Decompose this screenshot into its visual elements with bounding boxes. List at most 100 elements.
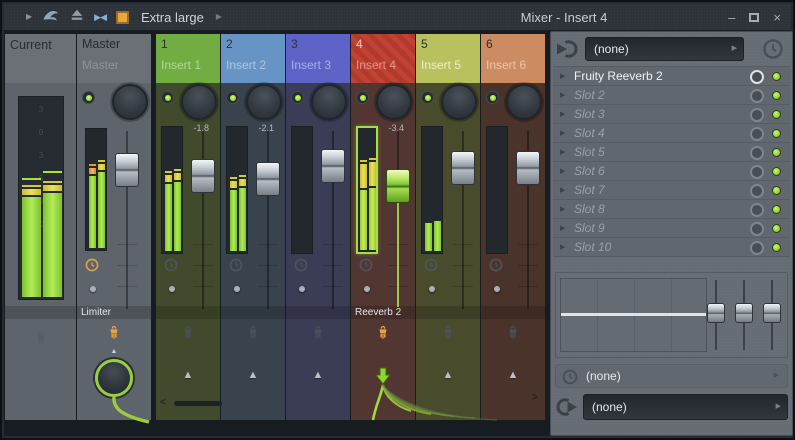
fader-handle[interactable] xyxy=(191,159,215,193)
slot-menu-icon[interactable]: ▶ xyxy=(560,200,565,219)
effect-slot-10[interactable]: ▶ Slot 10 xyxy=(553,238,790,257)
effect-slot-3[interactable]: ▶ Slot 3 xyxy=(553,105,790,124)
slot-enable-led[interactable] xyxy=(772,205,781,214)
slot-enable-led[interactable] xyxy=(772,186,781,195)
track-select-dot[interactable] xyxy=(90,286,96,292)
pan-knob[interactable] xyxy=(506,84,542,120)
route-to-master-icon[interactable]: ▲ xyxy=(313,370,324,381)
slot-enable-led[interactable] xyxy=(772,72,781,81)
fader-handle[interactable] xyxy=(321,149,345,183)
minimize-button[interactable]: – xyxy=(728,11,735,24)
clock-icon[interactable] xyxy=(489,258,503,277)
audio-output-select[interactable]: (none) ▶ xyxy=(583,394,788,420)
send-down-arrow-icon[interactable] xyxy=(375,367,391,390)
volume-fader[interactable] xyxy=(450,129,476,311)
fx-plug-icon[interactable] xyxy=(182,325,195,345)
input-clock-button[interactable] xyxy=(762,38,784,65)
track-select-dot[interactable] xyxy=(429,286,435,292)
effect-slot-6[interactable]: ▶ Slot 6 xyxy=(553,162,790,181)
effect-slot-4[interactable]: ▶ Slot 4 xyxy=(553,124,790,143)
track-select-dot[interactable] xyxy=(169,286,175,292)
time-offset-row[interactable]: (none) ▶ xyxy=(555,364,788,388)
detached-plugin-icon[interactable] xyxy=(42,7,60,27)
eq-mid-fader[interactable] xyxy=(735,303,753,323)
effect-slot-7[interactable]: ▶ Slot 7 xyxy=(553,181,790,200)
dock-mixer-icon[interactable] xyxy=(70,8,84,27)
maximize-button[interactable] xyxy=(749,13,759,22)
scroll-right-icon[interactable]: > xyxy=(532,392,538,403)
slot-menu-icon[interactable]: ▶ xyxy=(560,181,565,200)
fx-plug-icon[interactable] xyxy=(442,325,455,345)
track-select-dot[interactable] xyxy=(364,286,370,292)
slot-menu-icon[interactable]: ▶ xyxy=(560,219,565,238)
pan-knob[interactable] xyxy=(112,84,148,120)
strip-header[interactable]: 6 Insert 6 xyxy=(481,34,545,83)
menu-arrow-icon[interactable]: ▶ xyxy=(26,13,32,21)
audio-input-select[interactable]: (none) ▶ xyxy=(585,37,744,61)
effect-slot-8[interactable]: ▶ Slot 8 xyxy=(553,200,790,219)
eq-low-fader[interactable] xyxy=(707,303,725,323)
slot-menu-icon[interactable]: ▶ xyxy=(560,124,565,143)
strip-header[interactable]: 3 Insert 3 xyxy=(286,34,350,83)
fx-plug-icon[interactable] xyxy=(507,325,520,345)
fx-plug-icon[interactable] xyxy=(312,325,325,345)
slot-enable-led[interactable] xyxy=(772,110,781,119)
strip-current[interactable]: Current 3 0 3 6 9 12 xyxy=(5,34,76,420)
strip-current-header[interactable]: Current xyxy=(5,34,76,83)
slot-mix-knob[interactable] xyxy=(750,89,764,103)
clock-icon[interactable] xyxy=(85,258,99,277)
strip-header[interactable]: 4 Insert 4 xyxy=(351,34,415,83)
fx-plug-icon[interactable] xyxy=(377,325,390,345)
master-send-knob[interactable] xyxy=(95,359,133,397)
slot-mix-knob[interactable] xyxy=(750,184,764,198)
slot-enable-led[interactable] xyxy=(772,243,781,252)
slot-mix-knob[interactable] xyxy=(750,108,764,122)
pan-knob[interactable] xyxy=(246,84,282,120)
track-select-dot[interactable] xyxy=(299,286,305,292)
volume-fader[interactable] xyxy=(320,129,346,311)
route-to-master-icon[interactable]: ▲ xyxy=(508,370,519,381)
mute-led[interactable] xyxy=(161,91,174,104)
strip-master-header[interactable]: Master Master xyxy=(77,34,151,83)
close-button[interactable]: × xyxy=(773,11,781,24)
strip-insert-4[interactable]: 4 Insert 4 -3.4 Reeverb 2 xyxy=(351,34,415,420)
track-select-dot[interactable] xyxy=(494,286,500,292)
volume-fader[interactable] xyxy=(190,129,216,311)
route-to-master-icon[interactable]: ▲ xyxy=(183,370,194,381)
clock-icon[interactable] xyxy=(359,258,373,277)
volume-fader[interactable] xyxy=(114,129,140,311)
mute-led[interactable] xyxy=(82,91,95,104)
clock-icon[interactable] xyxy=(424,258,438,277)
clock-icon[interactable] xyxy=(164,258,178,277)
slot-mix-knob[interactable] xyxy=(750,222,764,236)
strip-master[interactable]: Master Master Limiter xyxy=(77,34,151,420)
eq-high-fader[interactable] xyxy=(763,303,781,323)
slot-menu-icon[interactable]: ▶ xyxy=(560,162,565,181)
strip-insert-6[interactable]: 6 Insert 6 ▲ xyxy=(481,34,545,420)
strip-header[interactable]: 1 Insert 1 xyxy=(156,34,220,83)
fader-handle[interactable] xyxy=(256,162,280,196)
slot-menu-icon[interactable]: ▶ xyxy=(560,238,565,257)
fx-plug-icon[interactable] xyxy=(108,325,121,345)
fader-handle[interactable] xyxy=(516,151,540,185)
strip-header[interactable]: 5 Insert 5 xyxy=(416,34,480,83)
pan-knob[interactable] xyxy=(441,84,477,120)
slot-enable-led[interactable] xyxy=(772,224,781,233)
slot-enable-led[interactable] xyxy=(772,91,781,100)
eq-graph[interactable] xyxy=(560,278,707,352)
strip-insert-5[interactable]: 5 Insert 5 ▲ xyxy=(416,34,480,420)
scroll-left-icon[interactable]: < xyxy=(160,397,166,408)
fx-plug-icon[interactable] xyxy=(247,325,260,345)
strip-insert-1[interactable]: 1 Insert 1 -1.8 ▲ xyxy=(156,34,220,420)
slot-menu-icon[interactable]: ▶ xyxy=(560,67,565,86)
slot-mix-knob[interactable] xyxy=(750,146,764,160)
fx-plug-icon[interactable] xyxy=(34,331,47,351)
route-up-icon[interactable]: ▲ xyxy=(111,348,118,355)
mute-led[interactable] xyxy=(486,91,499,104)
slot-menu-icon[interactable]: ▶ xyxy=(560,105,565,124)
effect-slot-5[interactable]: ▶ Slot 5 xyxy=(553,143,790,162)
mute-led[interactable] xyxy=(291,91,304,104)
volume-fader[interactable] xyxy=(255,129,281,311)
slot-mix-knob[interactable] xyxy=(750,70,764,84)
volume-fader[interactable] xyxy=(385,129,411,311)
